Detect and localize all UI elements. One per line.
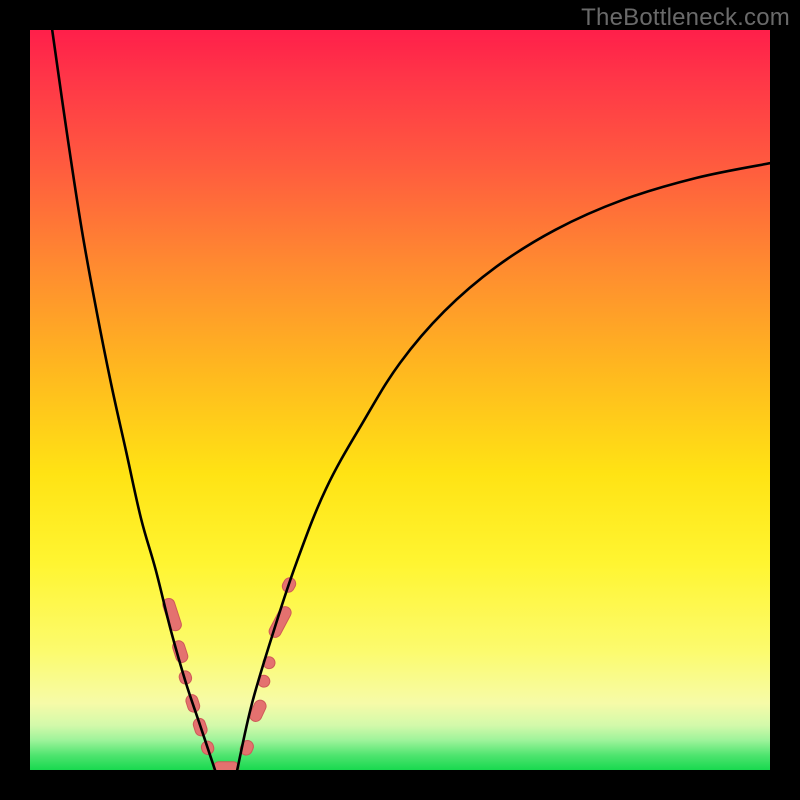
outer-frame: TheBottleneck.com	[0, 0, 800, 800]
watermark-text: TheBottleneck.com	[581, 4, 790, 32]
curve-right	[237, 163, 770, 770]
chart-svg	[30, 30, 770, 770]
data-marker	[213, 762, 239, 770]
curve-left	[52, 30, 215, 770]
plot-area	[30, 30, 770, 770]
